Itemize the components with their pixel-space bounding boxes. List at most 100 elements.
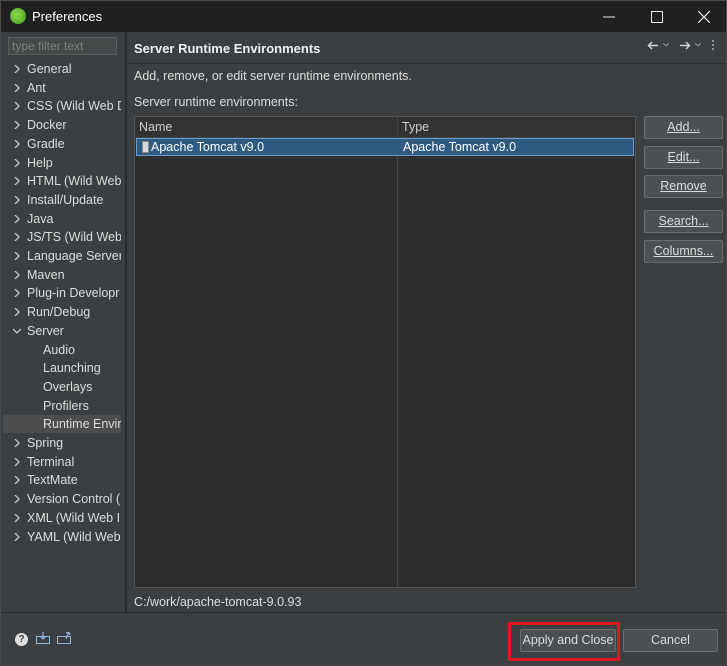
tree-item-label: HTML (Wild Web	[27, 174, 121, 189]
chevron-right-icon[interactable]	[13, 476, 21, 485]
filter-input[interactable]: type filter text	[8, 37, 117, 55]
chevron-right-icon[interactable]	[13, 102, 21, 111]
tree-item[interactable]: Server	[3, 322, 121, 340]
chevron-right-icon[interactable]	[13, 439, 21, 447]
tree-item-label: Plug-in Developr	[27, 286, 120, 301]
help-icon[interactable]: ?	[15, 633, 28, 646]
chevron-right-icon[interactable]	[13, 158, 21, 167]
columns-button[interactable]: Columns...	[644, 240, 723, 263]
chevron-right-icon[interactable]	[13, 532, 21, 541]
tree-item[interactable]: Spring	[3, 434, 121, 452]
close-icon	[698, 11, 710, 23]
forward-arrow-icon[interactable]	[679, 41, 691, 50]
tree-item-label: Version Control (	[27, 492, 121, 507]
tree-item-label: Gradle	[27, 136, 65, 151]
title-bar: Preferences	[1, 1, 726, 32]
chevron-right-icon[interactable]	[13, 177, 21, 186]
cancel-button[interactable]: Cancel	[623, 629, 718, 652]
chevron-right-icon[interactable]	[13, 495, 21, 504]
minimize-button[interactable]	[586, 1, 632, 32]
tree-item-label: Audio	[43, 342, 75, 357]
back-menu-chevron-icon[interactable]	[663, 42, 669, 48]
tree-item[interactable]: YAML (Wild Web	[3, 528, 121, 546]
tree-item-label: Maven	[27, 267, 65, 282]
tree-item-label: Runtime Enviro	[43, 417, 121, 432]
chevron-right-icon[interactable]	[13, 289, 21, 298]
chevron-right-icon[interactable]	[13, 65, 21, 73]
column-header-type[interactable]: Type	[402, 120, 429, 134]
tree-item-label: Help	[27, 155, 53, 170]
remove-button[interactable]: Remove	[644, 175, 723, 198]
tree-item[interactable]: JS/TS (Wild Web	[3, 228, 121, 246]
import-icon[interactable]	[36, 632, 50, 644]
chevron-right-icon[interactable]	[13, 121, 21, 130]
tree-item[interactable]: General	[3, 60, 121, 78]
tree-item-label: Docker	[27, 118, 67, 133]
runtime-list-label: Server runtime environments:	[134, 95, 298, 109]
tree-item-label: Install/Update	[27, 192, 104, 207]
tree-item-label: Run/Debug	[27, 305, 91, 320]
chevron-right-icon[interactable]	[13, 308, 21, 317]
add-button[interactable]: Add...	[644, 116, 723, 139]
server-icon	[142, 141, 149, 153]
chevron-down-icon[interactable]	[13, 327, 21, 335]
sash-divider[interactable]	[125, 32, 127, 612]
tree-item-label: CSS (Wild Web D	[27, 99, 121, 114]
tree-item[interactable]: Audio	[3, 341, 121, 359]
tree-item-label: YAML (Wild Web	[27, 529, 121, 544]
chevron-right-icon[interactable]	[13, 513, 21, 522]
page-description: Add, remove, or edit server runtime envi…	[134, 69, 412, 83]
tree-item-label: TextMate	[27, 473, 78, 488]
column-divider	[397, 117, 398, 587]
runtime-environments-table: Name Type Apache Tomcat v9.0 Apache Tomc…	[134, 116, 636, 588]
chevron-right-icon[interactable]	[13, 270, 21, 279]
tree-item-label: General	[27, 62, 72, 76]
tree-item[interactable]: Ant	[3, 79, 121, 97]
chevron-right-icon[interactable]	[13, 214, 21, 223]
tree-item[interactable]: Launching	[3, 359, 121, 377]
tree-item[interactable]: Plug-in Developr	[3, 284, 121, 302]
tree-item[interactable]: Terminal	[3, 453, 121, 471]
chevron-right-icon[interactable]	[13, 252, 21, 260]
minimize-icon	[603, 16, 615, 18]
tree-item[interactable]: Language Server	[3, 247, 121, 265]
close-button[interactable]	[681, 1, 727, 32]
tree-item[interactable]: Help	[3, 154, 121, 172]
table-header: Name Type	[135, 117, 635, 138]
tree-item[interactable]: Version Control (	[3, 490, 121, 508]
tree-item[interactable]: TextMate	[3, 471, 121, 489]
row-name-cell: Apache Tomcat v9.0	[151, 140, 265, 154]
tree-item[interactable]: Install/Update	[3, 191, 121, 209]
tree-item-label: Overlays	[43, 379, 93, 394]
tree-item[interactable]: Java	[3, 210, 121, 228]
chevron-right-icon[interactable]	[13, 457, 21, 466]
tree-item[interactable]: Profilers	[3, 397, 121, 415]
view-menu-icon[interactable]	[711, 39, 715, 51]
tree-item[interactable]: Overlays	[3, 378, 121, 396]
runtime-location-path: C:/work/apache-tomcat-9.0.93	[134, 595, 302, 609]
export-icon[interactable]	[57, 632, 71, 644]
back-arrow-icon[interactable]	[647, 41, 659, 50]
tree-item[interactable]: Maven	[3, 266, 121, 284]
tree-item[interactable]: Docker	[3, 116, 121, 134]
tree-item[interactable]: CSS (Wild Web D	[3, 97, 121, 115]
column-header-name[interactable]: Name	[139, 120, 172, 134]
chevron-right-icon[interactable]	[13, 233, 21, 242]
tree-item[interactable]: Gradle	[3, 135, 121, 153]
tree-item[interactable]: Run/Debug	[3, 303, 121, 321]
search-button[interactable]: Search...	[644, 210, 723, 233]
tree-item-label: Profilers	[43, 398, 89, 413]
edit-button[interactable]: Edit...	[644, 146, 723, 169]
forward-menu-chevron-icon[interactable]	[695, 42, 701, 48]
tree-item[interactable]: HTML (Wild Web	[3, 172, 121, 190]
maximize-button[interactable]	[634, 1, 680, 32]
tree-item[interactable]: XML (Wild Web I	[3, 509, 121, 527]
chevron-right-icon[interactable]	[13, 139, 21, 148]
chevron-right-icon[interactable]	[13, 195, 21, 204]
table-row[interactable]: Apache Tomcat v9.0 Apache Tomcat v9.0	[136, 138, 634, 156]
chevron-right-icon[interactable]	[13, 83, 21, 92]
page-title: Server Runtime Environments	[134, 41, 321, 56]
tree-item[interactable]: Runtime Enviro	[3, 415, 121, 434]
page-header: Server Runtime Environments	[127, 32, 726, 64]
app-leaf-icon	[10, 8, 26, 24]
